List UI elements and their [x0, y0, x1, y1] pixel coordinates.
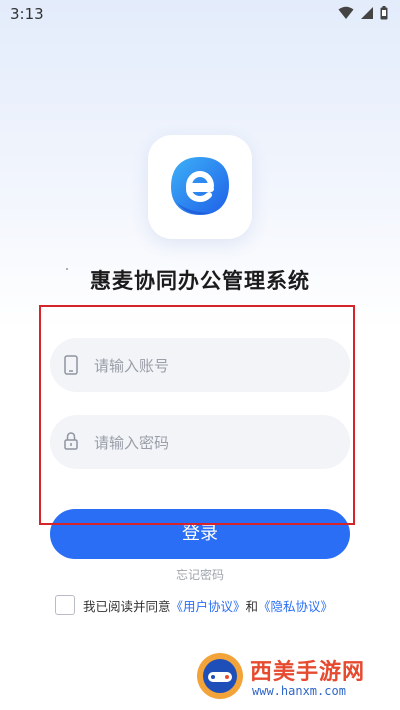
watermark-text: 西美手游网: [250, 660, 366, 685]
account-input[interactable]: [92, 338, 336, 394]
lock-icon: [64, 432, 78, 450]
password-field[interactable]: [50, 415, 350, 471]
login-button[interactable]: 登录: [50, 509, 350, 559]
app-logo-e-icon: [171, 157, 229, 215]
watermark-url: www.hanxm.com: [252, 684, 346, 698]
watermark: 西美手游网 www.hanxm.com: [194, 650, 394, 702]
app-title: 惠麦协同办公管理系统: [90, 269, 310, 293]
battery-icon: [380, 6, 388, 20]
agreement-prefix: 我已阅读并同意: [83, 599, 171, 614]
agree-checkbox[interactable]: [55, 595, 75, 615]
phone-icon: [64, 355, 78, 375]
status-time: 3:13: [10, 5, 44, 23]
agreement-row: 我已阅读并同意《用户协议》和《隐私协议》: [55, 595, 355, 617]
status-bar: 3:13: [0, 0, 400, 30]
agreement-text: 我已阅读并同意《用户协议》和《隐私协议》: [83, 596, 333, 615]
signal-icon: [361, 7, 373, 19]
privacy-agreement-link[interactable]: 《隐私协议》: [258, 599, 333, 614]
password-input[interactable]: [92, 415, 336, 471]
wifi-icon: [338, 6, 354, 19]
watermark-logo-icon: [197, 653, 243, 699]
app-logo: [148, 135, 252, 239]
agreement-conjunction: 和: [245, 599, 259, 614]
forgot-password-link[interactable]: 忘记密码: [0, 566, 400, 583]
status-icons: [338, 6, 388, 20]
user-agreement-link[interactable]: 《用户协议》: [171, 599, 246, 614]
account-field[interactable]: [50, 338, 350, 394]
